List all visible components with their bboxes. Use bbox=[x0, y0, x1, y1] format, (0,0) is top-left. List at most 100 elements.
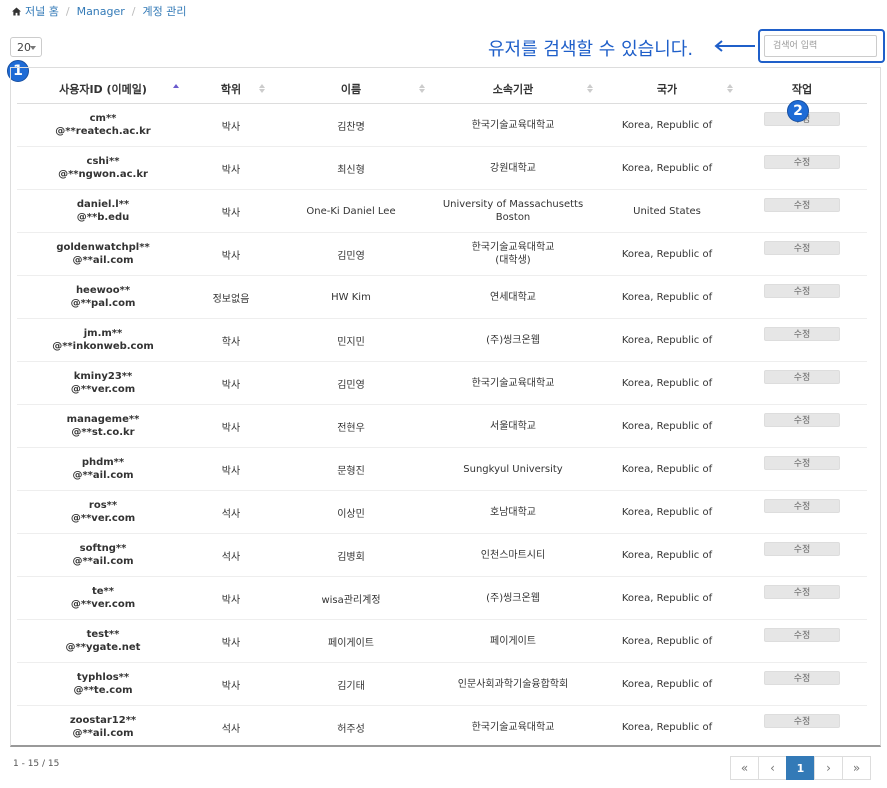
edit-button[interactable]: 수정 bbox=[764, 240, 840, 255]
breadcrumb-home[interactable]: 저널 홈 bbox=[25, 3, 59, 19]
edit-button[interactable]: 수정 bbox=[764, 627, 840, 642]
country-cell: Korea, Republic of bbox=[597, 146, 737, 190]
user-id-local: softng** bbox=[79, 543, 127, 554]
table-row: manageme** @**st.co.kr 박사 전현우 서울대학교 Korea, Re… bbox=[17, 404, 867, 448]
column-header-label: 작업 bbox=[791, 82, 813, 96]
user-id-cell: phdm** @**ail.com bbox=[17, 447, 189, 491]
affiliation-cell: 연세대학교 bbox=[429, 275, 597, 319]
country-cell: Korea, Republic of bbox=[597, 576, 737, 620]
user-id-cell: goldenwatchpl** @**ail.com bbox=[17, 232, 189, 276]
column-header-affiliation[interactable]: 소속기관 bbox=[429, 74, 597, 104]
affiliation-cell: University of Massachusetts Boston bbox=[429, 189, 597, 233]
affiliation-text: 한국기술교육대학교 bbox=[471, 721, 555, 733]
edit-button[interactable]: 수정 bbox=[764, 498, 840, 513]
name-cell: 전현우 bbox=[273, 404, 429, 448]
edit-button[interactable]: 수정 bbox=[764, 713, 840, 728]
user-id-domain: @**ver.com bbox=[70, 513, 136, 524]
user-id-domain: @**reatech.ac.kr bbox=[55, 126, 151, 137]
action-cell: 수정 bbox=[737, 275, 867, 319]
user-id-local: kminy23** bbox=[73, 371, 133, 382]
edit-button[interactable]: 수정 bbox=[764, 283, 840, 298]
edit-button[interactable]: 수정 bbox=[764, 412, 840, 427]
user-id-local: cm** bbox=[89, 113, 117, 124]
table-row: jm.m** @**inkonweb.com 학사 민지민 (주)씽크온웹 Korea, … bbox=[17, 318, 867, 362]
annotation-badge-2: 2 bbox=[787, 100, 809, 122]
action-cell: 수정 bbox=[737, 232, 867, 276]
degree-cell: 박사 bbox=[189, 103, 273, 147]
degree-cell: 석사 bbox=[189, 705, 273, 748]
country-cell: Korea, Republic of bbox=[597, 103, 737, 147]
user-id-local: goldenwatchpl** bbox=[56, 242, 150, 253]
prev-page-button[interactable]: ‹ bbox=[758, 756, 787, 780]
user-id-local: jm.m** bbox=[83, 328, 123, 339]
page-button-current[interactable]: 1 bbox=[786, 756, 815, 780]
action-cell: 수정 bbox=[737, 662, 867, 706]
column-header-country[interactable]: 국가 bbox=[597, 74, 737, 104]
column-header-label: 국가 bbox=[656, 82, 678, 96]
affiliation-text: (주)씽크온웹 bbox=[486, 592, 540, 604]
edit-button[interactable]: 수정 bbox=[764, 584, 840, 599]
annotation-hint-text: 유저를 검색할 수 있습니다. bbox=[488, 39, 694, 60]
column-header-user-id[interactable]: 사용자ID (이메일) bbox=[17, 74, 189, 104]
degree-cell: 박사 bbox=[189, 146, 273, 190]
country-cell: Korea, Republic of bbox=[597, 318, 737, 362]
action-cell: 수정 bbox=[737, 318, 867, 362]
user-id-local: manageme** bbox=[66, 414, 140, 425]
action-cell: 수정 bbox=[737, 146, 867, 190]
name-cell: 이상민 bbox=[273, 490, 429, 534]
search-highlight-box bbox=[758, 29, 885, 63]
first-page-button[interactable]: « bbox=[730, 756, 759, 780]
page-size-select[interactable]: 20 bbox=[10, 37, 42, 57]
table-row: te** @**ver.com 박사 wisa관리계정 (주)씽크온웹 Korea, Re… bbox=[17, 576, 867, 620]
country-cell: Korea, Republic of bbox=[597, 361, 737, 405]
edit-button[interactable]: 수정 bbox=[764, 197, 840, 212]
affiliation-text: 인문사회과학기술융합학회 bbox=[457, 678, 569, 690]
last-page-button[interactable]: » bbox=[842, 756, 871, 780]
column-header-action: 작업 bbox=[737, 74, 867, 104]
action-cell: 수정 bbox=[737, 619, 867, 663]
country-cell: Korea, Republic of bbox=[597, 662, 737, 706]
search-input[interactable] bbox=[764, 35, 877, 57]
edit-button[interactable]: 수정 bbox=[764, 369, 840, 384]
table-header-row: 사용자ID (이메일) 학위 이름 소속기관 국가 작업 bbox=[17, 74, 867, 104]
action-cell: 수정 bbox=[737, 361, 867, 405]
sort-icon bbox=[419, 84, 425, 94]
user-id-cell: manageme** @**st.co.kr bbox=[17, 404, 189, 448]
edit-button[interactable]: 수정 bbox=[764, 154, 840, 169]
sort-icon bbox=[259, 84, 265, 94]
breadcrumb-account-management[interactable]: 계정 관리 bbox=[143, 3, 187, 19]
degree-cell: 박사 bbox=[189, 619, 273, 663]
edit-button[interactable]: 수정 bbox=[764, 455, 840, 470]
next-page-button[interactable]: › bbox=[814, 756, 843, 780]
sort-icon bbox=[587, 84, 593, 94]
name-cell: 김민영 bbox=[273, 361, 429, 405]
edit-button[interactable]: 수정 bbox=[764, 326, 840, 341]
affiliation-cell: 서울대학교 bbox=[429, 404, 597, 448]
table-row: cm** @**reatech.ac.kr 박사 김찬명 한국기술교육대학교 Korea,… bbox=[17, 103, 867, 147]
edit-button[interactable]: 수정 bbox=[764, 670, 840, 685]
edit-button[interactable]: 수정 bbox=[764, 541, 840, 556]
user-id-cell: ros** @**ver.com bbox=[17, 490, 189, 534]
user-id-local: test** bbox=[86, 629, 120, 640]
affiliation-line: (대학생) bbox=[495, 255, 531, 266]
column-header-degree[interactable]: 학위 bbox=[189, 74, 273, 104]
user-table: 사용자ID (이메일) 학위 이름 소속기관 국가 작업 cm** @**reat… bbox=[17, 74, 867, 748]
table-row: phdm** @**ail.com 박사 문형진 Sungkyul University… bbox=[17, 447, 867, 491]
affiliation-cell: 한국기술교육대학교 bbox=[429, 103, 597, 147]
affiliation-cell: 인문사회과학기술융합학회 bbox=[429, 662, 597, 706]
column-header-name[interactable]: 이름 bbox=[273, 74, 429, 104]
name-cell: 최신형 bbox=[273, 146, 429, 190]
action-cell: 수정 bbox=[737, 404, 867, 448]
home-icon[interactable] bbox=[12, 6, 21, 16]
degree-cell: 박사 bbox=[189, 232, 273, 276]
table-row: goldenwatchpl** @**ail.com 박사 김민영 한국기술교육대학교 (… bbox=[17, 232, 867, 276]
affiliation-cell: 강원대학교 bbox=[429, 146, 597, 190]
arrow-left-icon bbox=[714, 40, 755, 52]
user-id-local: te** bbox=[91, 586, 115, 597]
action-cell: 수정 bbox=[737, 447, 867, 491]
country-cell: Korea, Republic of bbox=[597, 490, 737, 534]
affiliation-cell: 호남대학교 bbox=[429, 490, 597, 534]
name-cell: HW Kim bbox=[273, 275, 429, 319]
breadcrumb-manager[interactable]: Manager bbox=[77, 5, 125, 18]
affiliation-cell: 한국기술교육대학교 (대학생) bbox=[429, 232, 597, 276]
